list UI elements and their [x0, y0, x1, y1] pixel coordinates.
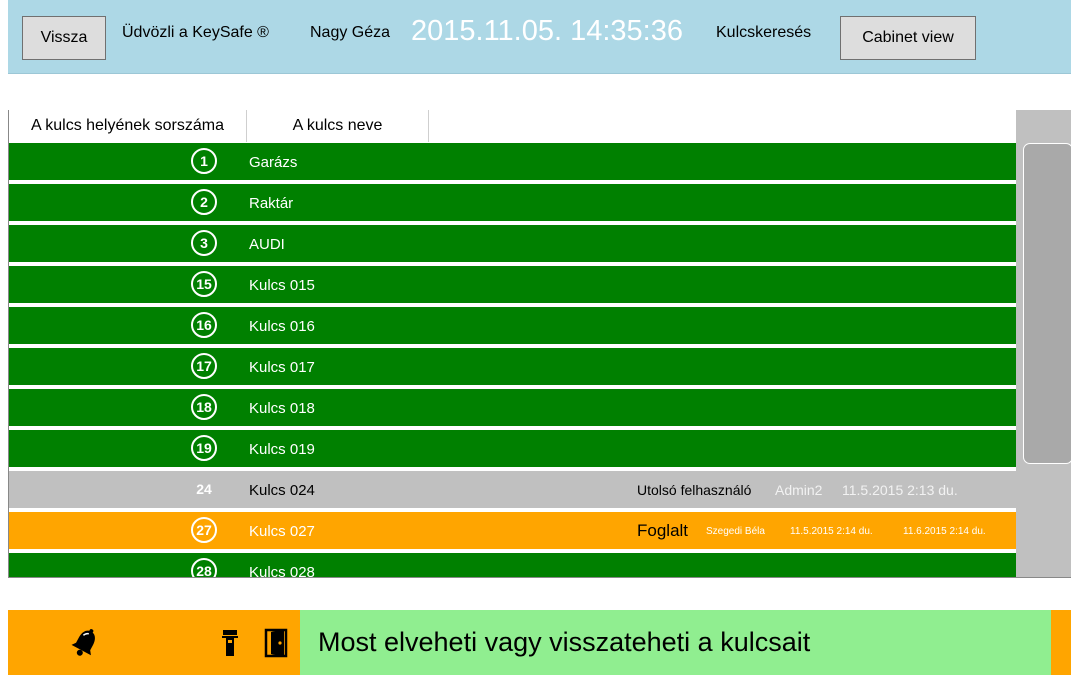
- column-header-name[interactable]: A kulcs neve: [247, 110, 429, 142]
- key-name: Kulcs 019: [249, 441, 315, 458]
- key-number-badge: 15: [191, 271, 217, 297]
- key-number-badge: 1: [191, 148, 217, 174]
- bell-icon[interactable]: [70, 627, 100, 659]
- key-row[interactable]: 16 Kulcs 016: [9, 307, 1016, 346]
- key-number-badge: 19: [191, 435, 217, 461]
- key-row[interactable]: 28 Kulcs 028: [9, 553, 1016, 578]
- status-message: Most elveheti vagy visszateheti a kulcsa…: [318, 627, 811, 657]
- welcome-text: Üdvözli a KeySafe ®: [122, 24, 269, 41]
- key-name: Kulcs 028: [249, 564, 315, 578]
- key-number-badge: 2: [191, 189, 217, 215]
- key-name: Kulcs 015: [249, 277, 315, 294]
- key-number-badge: 3: [191, 230, 217, 256]
- key-row[interactable]: 24 Kulcs 024 Utolsó felhasználó Admin2 1…: [9, 471, 1016, 510]
- datetime-display: 2015.11.05. 14:35:36: [411, 15, 683, 47]
- key-row[interactable]: 2 Raktár: [9, 184, 1016, 223]
- key-name: Kulcs 027: [249, 523, 315, 540]
- key-number-badge: 28: [191, 558, 217, 577]
- key-name: Kulcs 018: [249, 400, 315, 417]
- footer-bar: Most elveheti vagy visszateheti a kulcsa…: [8, 610, 1071, 675]
- reserved-to: 11.6.2015 2:14 du.: [903, 526, 986, 537]
- scrollbar-thumb[interactable]: [1023, 143, 1071, 464]
- key-name: Kulcs 024: [249, 482, 315, 499]
- key-number-badge: 24: [196, 481, 212, 497]
- cabinet-view-button[interactable]: Cabinet view: [840, 16, 976, 60]
- key-row[interactable]: 15 Kulcs 015: [9, 266, 1016, 305]
- key-number-badge: 16: [191, 312, 217, 338]
- door-icon[interactable]: [264, 627, 290, 659]
- user-name: Nagy Géza: [310, 24, 391, 41]
- key-search-link[interactable]: Kulcskeresés: [716, 24, 811, 42]
- reserved-by: Szegedi Béla: [706, 526, 765, 537]
- key-row[interactable]: 3 AUDI: [9, 225, 1016, 264]
- last-user-name: Admin2: [775, 482, 823, 498]
- last-user-date: 11.5.2015 2:13 du.: [842, 482, 958, 498]
- reserved-label: Foglalt: [637, 521, 689, 540]
- key-row[interactable]: 27 Kulcs 027 Foglalt Szegedi Béla 11.5.2…: [9, 512, 1016, 551]
- key-number-badge: 18: [191, 394, 217, 420]
- key-number-badge: 27: [191, 517, 217, 543]
- key-name: Kulcs 017: [249, 359, 315, 376]
- header-bar: Vissza Üdvözli a KeySafe ® Nagy Géza 201…: [8, 0, 1071, 74]
- key-row[interactable]: 18 Kulcs 018: [9, 389, 1016, 428]
- key-row[interactable]: 17 Kulcs 017: [9, 348, 1016, 387]
- key-name: Raktár: [249, 195, 294, 212]
- key-name: AUDI: [249, 236, 285, 253]
- status-message-box: Most elveheti vagy visszateheti a kulcsa…: [300, 610, 1051, 675]
- column-header-position[interactable]: A kulcs helyének sorszáma: [9, 110, 247, 142]
- remote-key-icon[interactable]: [220, 628, 240, 658]
- key-row[interactable]: 1 Garázs: [9, 143, 1016, 182]
- key-name: Garázs: [249, 154, 298, 171]
- key-number-badge: 17: [191, 353, 217, 379]
- key-list-panel: A kulcs helyének sorszáma A kulcs neve 1…: [8, 110, 1071, 578]
- last-user-label: Utolsó felhasználó: [637, 482, 752, 498]
- key-name: Kulcs 016: [249, 318, 315, 335]
- reserved-from: 11.5.2015 2:14 du.: [790, 526, 873, 537]
- back-button[interactable]: Vissza: [22, 16, 106, 60]
- key-row[interactable]: 19 Kulcs 019: [9, 430, 1016, 469]
